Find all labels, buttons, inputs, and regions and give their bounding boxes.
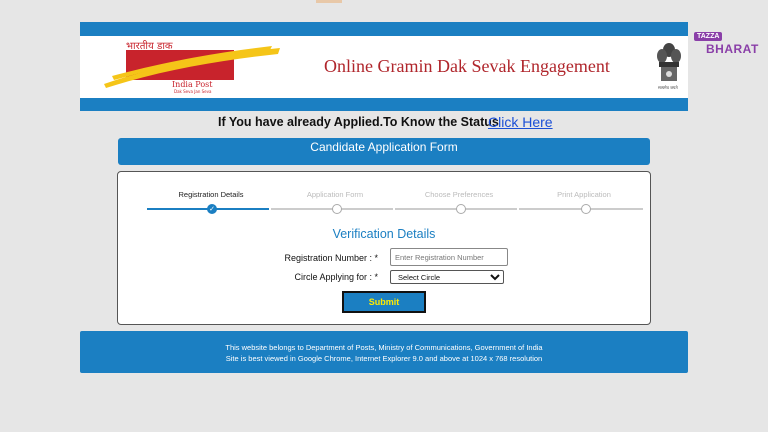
registration-number-input[interactable] [390, 248, 508, 266]
site-footer: This website belongs to Department of Po… [80, 331, 688, 373]
step-check-icon: ✓ [207, 204, 217, 214]
tazza-bharat-watermark: TAZZA BHARAT [690, 30, 762, 60]
watermark-bottom-text: BHARAT [706, 42, 759, 56]
emblem-caption: सत्यमेव जयते [658, 85, 678, 90]
step-choose-preferences: Choose Preferences [424, 190, 494, 199]
application-form-card: Registration Details Application Form Ch… [117, 171, 651, 325]
step-dot-icon [581, 204, 591, 214]
step-registration-details: Registration Details [178, 190, 244, 199]
logo-english-text: India Post [172, 80, 213, 89]
page-title: Online Gramin Dak Sevak Engagement [324, 56, 610, 76]
logo-hindi-text: भारतीय डाक [126, 41, 173, 52]
registration-number-label: Registration Number : * [284, 253, 378, 263]
verification-section-title: Verification Details [332, 227, 436, 241]
step-application-form: Application Form [306, 190, 364, 199]
top-tab-marker [316, 0, 342, 3]
logo-tagline: Dak Seva Jan Seva [174, 89, 212, 94]
step-dot-icon [456, 204, 466, 214]
header-banner: भारतीय डाक India Post Dak Seva Jan Seva … [80, 36, 688, 98]
footer-browser-text: Site is best viewed in Google Chrome, In… [225, 354, 543, 363]
site-header: भारतीय डाक India Post Dak Seva Jan Seva … [80, 22, 688, 111]
step-dot-icon [332, 204, 342, 214]
circle-label: Circle Applying for : * [294, 272, 378, 282]
submit-button[interactable]: Submit [342, 291, 426, 313]
watermark-top-text: TAZZA [694, 32, 723, 41]
footer-ownership-text: This website belongs to Department of Po… [225, 343, 543, 352]
form-banner-title: Candidate Application Form [118, 138, 650, 165]
status-prompt: If You have already Applied.To Know the … [218, 115, 499, 129]
check-status-link[interactable]: Click Here [488, 114, 553, 130]
india-post-logo: भारतीय डाक India Post Dak Seva Jan Seva [102, 38, 282, 96]
circle-select[interactable]: Select Circle [390, 270, 504, 284]
step-print-application: Print Application [557, 190, 611, 199]
